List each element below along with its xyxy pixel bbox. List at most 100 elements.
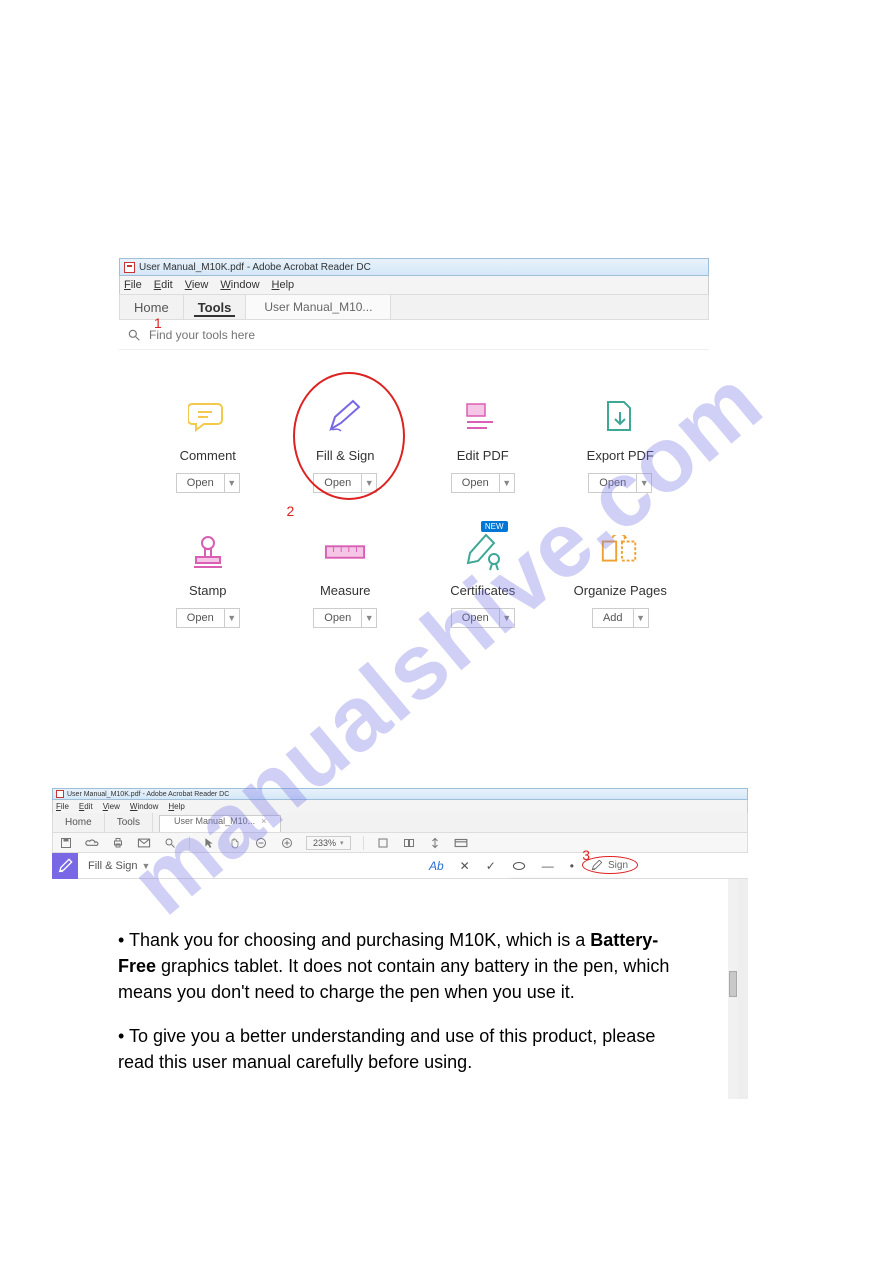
open-button[interactable]: Open▼ bbox=[176, 608, 240, 628]
tool-label: Comment bbox=[180, 448, 236, 463]
window-title: User Manual_M10K.pdf - Adobe Acrobat Rea… bbox=[139, 262, 371, 273]
organize-pages-icon bbox=[599, 533, 641, 571]
scrollbar-thumb[interactable] bbox=[729, 971, 737, 997]
tool-label: Certificates bbox=[450, 583, 515, 598]
tool-label: Fill & Sign bbox=[316, 448, 375, 463]
separator bbox=[189, 836, 190, 850]
chevron-down-icon[interactable]: ▼ bbox=[142, 861, 151, 871]
tab-home[interactable]: Home bbox=[120, 295, 184, 319]
zoom-out-icon[interactable] bbox=[254, 836, 268, 850]
new-badge: NEW bbox=[481, 521, 508, 532]
dot-icon[interactable]: • bbox=[570, 859, 574, 873]
fit-height-icon[interactable] bbox=[428, 836, 442, 850]
read-mode-icon[interactable] bbox=[454, 836, 468, 850]
stamp-icon bbox=[187, 533, 229, 571]
document-content: • Thank you for choosing and purchasing … bbox=[52, 879, 748, 1099]
paragraph-2: • To give you a better understanding and… bbox=[118, 1023, 678, 1075]
tool-measure[interactable]: Measure Open▼ bbox=[277, 515, 415, 650]
add-button[interactable]: Add▼ bbox=[592, 608, 649, 628]
tab-tools[interactable]: Tools bbox=[184, 295, 247, 319]
cloud-icon[interactable] bbox=[85, 836, 99, 850]
save-icon[interactable] bbox=[59, 836, 73, 850]
paragraph-1: • Thank you for choosing and purchasing … bbox=[118, 927, 678, 1005]
menu-view[interactable]: View bbox=[185, 279, 209, 291]
search-icon bbox=[127, 328, 141, 342]
fill-sign-badge-icon bbox=[52, 853, 78, 879]
add-text-icon[interactable]: Ab bbox=[429, 859, 444, 873]
tool-label: Organize Pages bbox=[574, 583, 667, 598]
tool-organize-pages[interactable]: Organize Pages Add▼ bbox=[552, 515, 690, 650]
window-title: User Manual_M10K.pdf - Adobe Acrobat Rea… bbox=[67, 791, 229, 798]
sign-button[interactable]: Sign bbox=[590, 860, 628, 872]
menu-file[interactable]: File bbox=[124, 279, 142, 291]
tool-label: Edit PDF bbox=[457, 448, 509, 463]
menu-window[interactable]: Window bbox=[130, 802, 158, 811]
annotation-number-1: 1 bbox=[154, 315, 162, 331]
vertical-scrollbar[interactable] bbox=[728, 879, 738, 1099]
tools-search-input[interactable] bbox=[149, 328, 701, 342]
screenshot-tools-panel: User Manual_M10K.pdf - Adobe Acrobat Rea… bbox=[119, 258, 709, 660]
tool-label: Stamp bbox=[189, 583, 227, 598]
fit-page-icon[interactable] bbox=[402, 836, 416, 850]
open-button[interactable]: Open▼ bbox=[451, 608, 515, 628]
edit-pdf-icon bbox=[462, 398, 504, 436]
menu-edit[interactable]: Edit bbox=[154, 279, 173, 291]
fill-sign-label: Fill & Sign bbox=[88, 860, 138, 872]
main-toolbar: 233% bbox=[52, 833, 748, 853]
cursor-icon[interactable] bbox=[202, 836, 216, 850]
menu-file[interactable]: File bbox=[56, 802, 69, 811]
tab-document[interactable]: User Manual_M10... bbox=[246, 295, 391, 319]
circle-icon[interactable] bbox=[512, 861, 526, 871]
pen-sign-icon bbox=[324, 398, 366, 436]
window-titlebar: User Manual_M10K.pdf - Adobe Acrobat Rea… bbox=[119, 258, 709, 276]
tool-edit-pdf[interactable]: Edit PDF Open▼ bbox=[414, 380, 552, 515]
tab-tools[interactable]: Tools bbox=[105, 813, 153, 832]
separator bbox=[363, 836, 364, 850]
search-icon[interactable] bbox=[163, 836, 177, 850]
menu-window[interactable]: Window bbox=[220, 279, 259, 291]
menu-view[interactable]: View bbox=[103, 802, 120, 811]
measure-icon bbox=[324, 533, 366, 571]
tool-export-pdf[interactable]: Export PDF Open▼ bbox=[552, 380, 690, 515]
zoom-level[interactable]: 233% bbox=[306, 836, 351, 850]
tab-home[interactable]: Home bbox=[53, 813, 105, 832]
menu-help[interactable]: Help bbox=[168, 802, 184, 811]
tool-certificates[interactable]: NEW Certificates Open▼ bbox=[414, 515, 552, 650]
menu-edit[interactable]: Edit bbox=[79, 802, 93, 811]
fit-width-icon[interactable] bbox=[376, 836, 390, 850]
tools-search-row bbox=[119, 320, 709, 350]
tab-document[interactable]: User Manual_M10...× bbox=[159, 815, 281, 832]
menu-help[interactable]: Help bbox=[272, 279, 295, 291]
open-button[interactable]: Open▼ bbox=[313, 473, 377, 493]
menu-bar: File Edit View Window Help bbox=[52, 800, 748, 813]
tool-stamp[interactable]: Stamp Open▼ bbox=[139, 515, 277, 650]
open-button[interactable]: Open▼ bbox=[451, 473, 515, 493]
open-button[interactable]: Open▼ bbox=[313, 608, 377, 628]
menu-bar: File Edit View Window Help bbox=[119, 276, 709, 294]
pdf-icon bbox=[124, 262, 135, 273]
close-tab-icon[interactable]: × bbox=[261, 816, 266, 826]
tools-grid: Comment Open▼ Fill & Sign Open▼ 2 Edit P… bbox=[119, 350, 709, 660]
tool-comment[interactable]: Comment Open▼ bbox=[139, 380, 277, 515]
open-button[interactable]: Open▼ bbox=[176, 473, 240, 493]
certificates-icon bbox=[462, 533, 504, 571]
print-icon[interactable] bbox=[111, 836, 125, 850]
fill-sign-tool-icons: Ab ✕ ✓ — • Sign bbox=[429, 859, 628, 873]
tool-fill-sign[interactable]: Fill & Sign Open▼ 2 bbox=[277, 380, 415, 515]
open-button[interactable]: Open▼ bbox=[588, 473, 652, 493]
x-mark-icon[interactable]: ✕ bbox=[460, 859, 470, 873]
comment-icon bbox=[187, 398, 229, 436]
hand-icon[interactable] bbox=[228, 836, 242, 850]
pdf-icon bbox=[56, 790, 64, 798]
zoom-in-icon[interactable] bbox=[280, 836, 294, 850]
email-icon[interactable] bbox=[137, 836, 151, 850]
fill-sign-toolbar: Fill & Sign ▼ Ab ✕ ✓ — • Sign 3 bbox=[52, 853, 748, 879]
export-pdf-icon bbox=[599, 398, 641, 436]
tab-row: Home Tools User Manual_M10...× bbox=[52, 813, 748, 833]
screenshot-fill-sign: User Manual_M10K.pdf - Adobe Acrobat Rea… bbox=[52, 788, 748, 1099]
check-mark-icon[interactable]: ✓ bbox=[486, 859, 496, 873]
tool-label: Measure bbox=[320, 583, 371, 598]
annotation-number-3: 3 bbox=[582, 847, 590, 863]
line-icon[interactable]: — bbox=[542, 859, 554, 873]
tab-row: Home Tools User Manual_M10... bbox=[119, 294, 709, 320]
